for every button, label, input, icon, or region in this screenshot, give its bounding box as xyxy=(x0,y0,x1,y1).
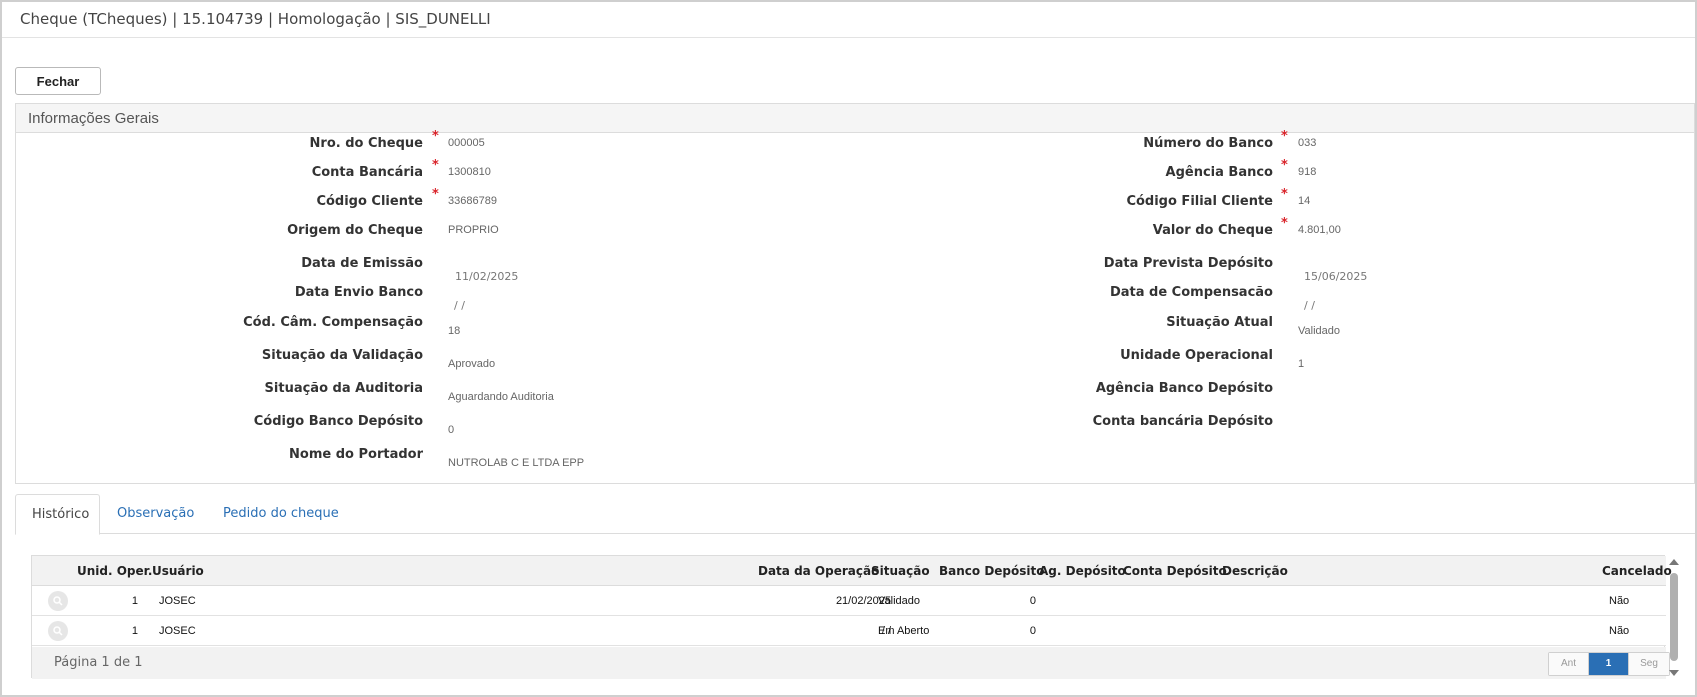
prev-page-button[interactable]: Ant xyxy=(1549,653,1589,675)
label-codigo-cliente: Código Cliente xyxy=(316,194,423,209)
value-conta-bancaria: 1300810 xyxy=(448,166,491,178)
label-unidade-operacional: Unidade Operacional xyxy=(1120,348,1273,363)
required-marker: * xyxy=(432,129,439,144)
label-nro-cheque: Nro. do Cheque xyxy=(309,136,423,151)
label-situacao-atual: Situação Atual xyxy=(1166,315,1273,330)
label-cod-cam-compensacao: Cód. Câm. Compensação xyxy=(243,315,423,330)
table-row[interactable]: 1 JOSEC 21/02/2025 Validado 0 Não xyxy=(32,586,1666,616)
cell-cancelado: Não xyxy=(1609,595,1630,607)
cell-situacao: Em Aberto xyxy=(878,625,930,637)
page-info: Página 1 de 1 xyxy=(54,655,143,670)
value-data-emissao: 11/02/2025 xyxy=(455,270,519,283)
cell-banco-deposito: 0 xyxy=(1029,625,1036,637)
required-marker: * xyxy=(1281,187,1288,202)
view-details-button[interactable] xyxy=(48,591,68,611)
label-conta-bancaria: Conta Bancária xyxy=(311,165,423,180)
value-cod-cam-compensacao: 18 xyxy=(448,325,461,337)
label-nome-portador: Nome do Portador xyxy=(289,447,423,462)
required-marker: * xyxy=(432,158,439,173)
column-header-usuario[interactable]: Usuário xyxy=(152,564,204,578)
column-header-unid-oper[interactable]: Unid. Oper. xyxy=(77,564,152,578)
value-data-envio-banco: / / xyxy=(454,299,465,312)
value-data-compensacao: / / xyxy=(1304,299,1315,312)
magnifier-icon xyxy=(53,626,63,636)
value-origem-cheque: PROPRIO xyxy=(448,224,499,236)
required-marker: * xyxy=(1281,158,1288,173)
label-data-prevista-deposito: Data Prevista Depósito xyxy=(1103,256,1273,271)
title-divider xyxy=(2,37,1695,38)
cell-usuario: JOSEC xyxy=(159,595,196,607)
column-header-descricao[interactable]: Descrição xyxy=(1222,564,1288,578)
label-valor-cheque: Valor do Cheque xyxy=(1152,223,1273,238)
value-unidade-operacional: 1 xyxy=(1298,358,1305,370)
cell-unid-oper: 1 xyxy=(131,625,138,637)
table-row[interactable]: 1 JOSEC / / Em Aberto 0 Não xyxy=(32,616,1666,646)
column-header-conta-deposito[interactable]: Conta Depósito xyxy=(1123,564,1227,578)
column-header-banco-deposito[interactable]: Banco Depósito xyxy=(939,564,1045,578)
cell-usuario: JOSEC xyxy=(159,625,196,637)
label-data-emissao: Data de Emissão xyxy=(301,256,423,271)
label-data-envio-banco: Data Envio Banco xyxy=(294,285,423,300)
history-grid: Unid. Oper. Usuário Data da Operação Sit… xyxy=(31,555,1672,679)
column-header-data-operacao[interactable]: Data da Operação xyxy=(758,564,879,578)
value-situacao-auditoria: Aguardando Auditoria xyxy=(448,391,554,403)
tab-bar: Histórico Observação Pedido do cheque xyxy=(15,494,1695,535)
scroll-thumb[interactable] xyxy=(1670,573,1678,661)
scroll-down-arrow-icon[interactable] xyxy=(1669,670,1679,676)
label-agencia-banco-deposito: Agência Banco Depósito xyxy=(1095,381,1273,396)
label-data-compensacao: Data de Compensacão xyxy=(1109,285,1273,300)
next-page-button[interactable]: Seg xyxy=(1629,653,1669,675)
required-marker: * xyxy=(1281,129,1288,144)
required-marker: * xyxy=(1281,216,1288,231)
value-valor-cheque: 4.801,00 xyxy=(1298,224,1341,236)
label-situacao-validacao: Situação da Validação xyxy=(261,348,423,363)
value-nome-portador: NUTROLAB C E LTDA EPP xyxy=(448,457,585,469)
value-codigo-filial-cliente: 14 xyxy=(1298,195,1311,207)
close-button[interactable]: Fechar xyxy=(15,67,101,95)
value-codigo-cliente: 33686789 xyxy=(448,195,497,207)
label-codigo-banco-deposito: Código Banco Depósito xyxy=(253,414,423,429)
value-situacao-validacao: Aprovado xyxy=(448,358,496,370)
grid-scrollbar[interactable] xyxy=(1668,556,1680,679)
value-codigo-banco-deposito: 0 xyxy=(448,424,455,436)
cell-cancelado: Não xyxy=(1609,625,1630,637)
column-header-cancelado[interactable]: Cancelado xyxy=(1602,564,1672,578)
column-header-ag-deposito[interactable]: Ag. Depósito xyxy=(1039,564,1126,578)
page-1-button[interactable]: 1 xyxy=(1589,653,1629,675)
label-numero-banco: Número do Banco xyxy=(1143,136,1273,151)
column-header-situacao[interactable]: Situação xyxy=(871,564,930,578)
window-title: Cheque (TCheques) | 15.104739 | Homologa… xyxy=(20,10,491,28)
value-situacao-atual: Validado xyxy=(1298,325,1340,337)
label-situacao-auditoria: Situação da Auditoria xyxy=(264,381,423,396)
tab-historico[interactable]: Histórico xyxy=(15,494,100,535)
value-numero-banco: 033 xyxy=(1298,137,1317,149)
grid-footer: Página 1 de 1 Ant 1 Seg xyxy=(32,647,1670,679)
tab-observacao[interactable]: Observação xyxy=(101,494,210,534)
general-info-panel: Informações Gerais Nro. do Cheque * 0000… xyxy=(15,103,1695,484)
label-conta-bancaria-deposito: Conta bancária Depósito xyxy=(1092,414,1273,429)
scroll-up-arrow-icon[interactable] xyxy=(1669,559,1679,565)
cell-banco-deposito: 0 xyxy=(1029,595,1036,607)
label-origem-cheque: Origem do Cheque xyxy=(287,223,423,238)
cell-situacao: Validado xyxy=(878,595,920,607)
pagination: Ant 1 Seg xyxy=(1548,652,1670,676)
view-details-button[interactable] xyxy=(48,621,68,641)
value-data-prevista-deposito: 15/06/2025 xyxy=(1304,270,1368,283)
value-nro-cheque: 000005 xyxy=(448,137,485,149)
required-marker: * xyxy=(432,187,439,202)
label-agencia-banco: Agência Banco xyxy=(1165,165,1273,180)
tab-pedido-cheque[interactable]: Pedido do cheque xyxy=(207,494,355,534)
label-codigo-filial-cliente: Código Filial Cliente xyxy=(1126,194,1273,209)
cell-unid-oper: 1 xyxy=(131,595,138,607)
panel-title: Informações Gerais xyxy=(16,104,1694,133)
magnifier-icon xyxy=(53,596,63,606)
value-agencia-banco: 918 xyxy=(1298,166,1317,178)
grid-header: Unid. Oper. Usuário Data da Operação Sit… xyxy=(32,556,1672,586)
